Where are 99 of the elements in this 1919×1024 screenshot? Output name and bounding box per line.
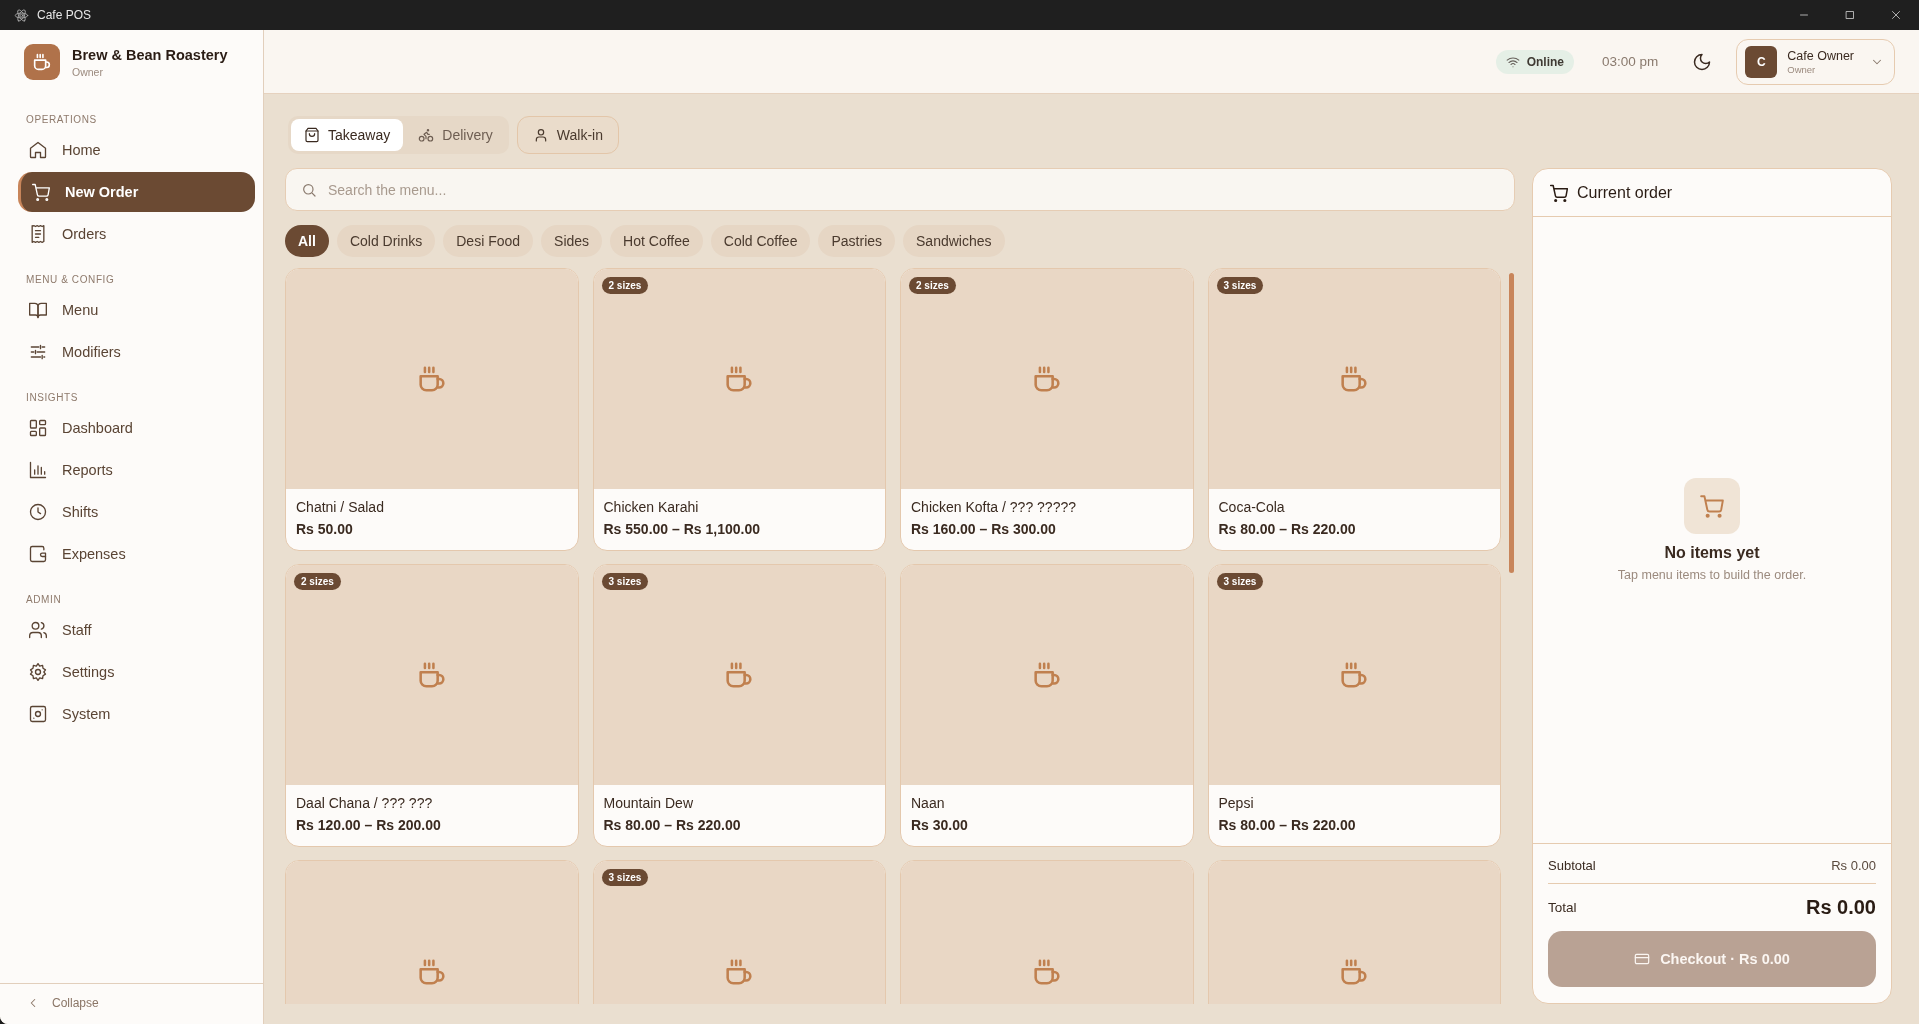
sidebar-item[interactable]: Menu — [18, 290, 255, 330]
order-type-tab[interactable]: Takeaway — [291, 119, 404, 151]
subtotal-label: Subtotal — [1548, 858, 1596, 873]
menu-item-card[interactable]: 3 sizes Mountain Dew Rs 80.00 – Rs 220.00 — [592, 564, 886, 847]
window-title: Cafe POS — [37, 8, 92, 22]
sidebar-item[interactable]: Settings — [18, 652, 255, 692]
clock-icon — [28, 502, 48, 522]
menu-item-card[interactable]: 3 sizes Coca-Cola Rs 80.00 – Rs 220.00 — [1207, 268, 1501, 551]
item-name: Naan — [911, 795, 946, 811]
close-icon[interactable] — [1890, 9, 1902, 21]
item-price: Rs 80.00 – Rs 220.00 — [1218, 817, 1357, 833]
moon-icon — [1692, 51, 1713, 72]
menu-item-card[interactable]: Naan Rs 30.00 — [900, 564, 1194, 847]
item-name: Mountain Dew — [603, 795, 694, 811]
category-chip[interactable]: Cold Drinks — [336, 225, 436, 257]
category-chip[interactable]: Sandwiches — [903, 225, 1005, 257]
customer-button[interactable]: Walk-in — [516, 116, 619, 154]
size-badge: 2 sizes — [294, 573, 341, 590]
avatar: C — [1745, 45, 1778, 78]
panel-title: Current order — [1577, 183, 1673, 202]
size-badge: 3 sizes — [601, 869, 649, 886]
menu-item-card[interactable]: Chatni / Salad Rs 50.00 — [285, 268, 579, 551]
grid-icon — [28, 418, 48, 438]
user-menu-button[interactable]: C Cafe Owner Owner — [1736, 38, 1895, 85]
bag-icon — [304, 127, 320, 143]
size-badge: 2 sizes — [601, 277, 649, 294]
menu-item-card[interactable]: 3 sizes — [592, 860, 886, 1004]
total-label: Total — [1548, 900, 1577, 915]
order-type-tab[interactable]: Delivery — [405, 119, 506, 151]
collapse-button[interactable]: Collapse — [22, 996, 103, 1010]
size-badge: 3 sizes — [601, 573, 649, 590]
wallet-icon — [28, 544, 48, 564]
wifi-icon — [1505, 54, 1520, 69]
bar-chart-icon — [28, 460, 48, 480]
section-label: MENU & CONFIG — [25, 274, 116, 285]
size-badge: 2 sizes — [909, 277, 956, 294]
section-label: ADMIN — [25, 594, 63, 605]
brand-name: Brew & Bean Roastery — [72, 46, 228, 63]
category-chip[interactable]: Pastries — [818, 225, 896, 257]
book-icon — [28, 300, 48, 320]
sidebar-item[interactable]: Expenses — [18, 534, 255, 574]
sidebar-item[interactable]: New Order — [18, 172, 255, 212]
bicycle-icon — [418, 127, 435, 143]
size-badge: 3 sizes — [1216, 277, 1264, 294]
menu-item-card[interactable]: 3 sizes Pepsi Rs 80.00 – Rs 220.00 — [1207, 564, 1501, 847]
sidebar-item[interactable]: Home — [18, 130, 255, 170]
chip-icon — [28, 704, 48, 724]
item-price: Rs 50.00 — [296, 521, 354, 537]
empty-hint: Tap menu items to build the order. — [1617, 568, 1807, 582]
category-chip[interactable]: Cold Coffee — [710, 225, 811, 257]
user-role: Owner — [1787, 63, 1816, 75]
sidebar-item[interactable]: Reports — [18, 450, 255, 490]
total-value: Rs 0.00 — [1805, 896, 1876, 919]
size-badge: 3 sizes — [1216, 573, 1264, 590]
category-chip[interactable]: All — [285, 225, 329, 257]
item-name: Chatni / Salad — [296, 499, 385, 515]
cart-icon — [1684, 478, 1740, 534]
menu-item-card[interactable]: 2 sizes Daal Chana / ??? ??? Rs 120.00 – Rs 200.00 — [285, 564, 579, 847]
category-chip[interactable]: Sides — [541, 225, 603, 257]
item-price: Rs 550.00 – Rs 1,100.00 — [603, 521, 761, 537]
item-name: Pepsi — [1218, 795, 1255, 811]
clock-time: 03:00 pm — [1602, 54, 1659, 69]
empty-title: No items yet — [1664, 544, 1760, 562]
cart-icon — [1549, 182, 1569, 203]
category-chip[interactable]: Desi Food — [443, 225, 534, 257]
app-logo-icon — [14, 7, 29, 23]
item-price: Rs 160.00 – Rs 300.00 — [911, 521, 1057, 537]
item-price: Rs 80.00 – Rs 220.00 — [603, 817, 742, 833]
category-chip[interactable]: Hot Coffee — [610, 225, 703, 257]
sidebar-item[interactable]: Shifts — [18, 492, 255, 532]
cart-icon — [31, 182, 51, 202]
menu-item-card[interactable]: 2 sizes Chicken Kofta / ??? ????? Rs 160.00 – Rs 300.00 — [900, 268, 1194, 551]
item-price: Rs 30.00 — [911, 817, 969, 833]
settings-icon — [28, 662, 48, 682]
search-field[interactable]: Search the menu... — [285, 168, 1515, 211]
sliders-icon — [28, 342, 48, 362]
user-name: Cafe Owner — [1787, 48, 1854, 63]
logo-icon — [24, 44, 60, 80]
item-name: Chicken Karahi — [603, 499, 700, 515]
item-price: Rs 80.00 – Rs 220.00 — [1218, 521, 1357, 537]
item-name: Daal Chana / ??? ??? — [296, 795, 434, 811]
subtotal-value: Rs 0.00 — [1831, 858, 1876, 873]
sidebar-item[interactable]: System — [18, 694, 255, 734]
maximize-icon[interactable] — [1844, 9, 1856, 21]
home-icon — [28, 140, 48, 160]
item-price: Rs 120.00 – Rs 200.00 — [296, 817, 442, 833]
sidebar-item[interactable]: Staff — [18, 610, 255, 650]
section-label: OPERATIONS — [25, 114, 98, 125]
brand-role: Owner — [72, 65, 104, 78]
sidebar-item[interactable]: Orders — [18, 214, 255, 254]
sidebar-item[interactable]: Dashboard — [18, 408, 255, 448]
sidebar-item[interactable]: Modifiers — [18, 332, 255, 372]
credit-card-icon — [1634, 951, 1651, 967]
users-icon — [28, 620, 48, 640]
status-badge: Online — [1495, 49, 1574, 74]
section-label: INSIGHTS — [25, 392, 80, 403]
item-name: Coca-Cola — [1218, 499, 1286, 515]
menu-item-card[interactable]: 2 sizes Chicken Karahi Rs 550.00 – Rs 1,100.00 — [592, 268, 886, 551]
item-name: Chicken Kofta / ??? ????? — [911, 499, 1077, 515]
